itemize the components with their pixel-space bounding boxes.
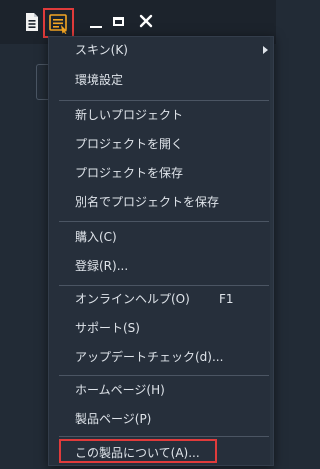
close-icon[interactable] [138,13,154,29]
menu-separator [59,100,269,101]
minimize-button[interactable] [90,26,102,28]
submenu-arrow-icon [263,46,268,54]
menu-item-label: 環境設定 [75,73,124,87]
menu-item-label: 登録(R)... [75,259,129,273]
menu-item-label: プロジェクトを保存 [75,166,184,180]
background-panel [0,44,48,469]
menu-separator [59,375,269,376]
menu-item-label: 新しいプロジェクト [75,108,184,122]
menu-item-label: サポート(S) [75,321,140,335]
menu-item-label: 購入(C) [75,230,117,244]
menu-item-purchase[interactable]: 購入(C) [49,224,273,250]
menu-item-new-project[interactable]: 新しいプロジェクト [49,102,273,128]
menu-item-label: アップデートチェック(d)... [75,350,224,364]
dropdown-menu: スキン(K) 環境設定 新しいプロジェクト プロジェクトを開く プロジェクトを保… [48,36,274,466]
about-highlight-frame [59,439,217,463]
menu-item-shortcut: F1 [219,292,234,306]
menu-item-support[interactable]: サポート(S) [49,315,273,341]
menu-item-save-project-as[interactable]: 別名でプロジェクトを保存 [49,189,273,215]
menu-separator [59,221,269,222]
menu-item-label: ホームページ(H) [75,383,165,397]
menu-item-label: 別名でプロジェクトを保存 [75,195,220,209]
menu-item-label: オンラインヘルプ(O) [75,292,190,306]
menu-item-open-project[interactable]: プロジェクトを開く [49,131,273,157]
menu-item-skin[interactable]: スキン(K) [49,37,273,63]
menu-item-homepage[interactable]: ホームページ(H) [49,377,273,403]
menu-item-product-page[interactable]: 製品ページ(P) [49,406,273,432]
menu-item-label: スキン(K) [75,43,128,57]
menu-item-label: プロジェクトを開く [75,137,184,151]
menu-item-online-help[interactable]: オンラインヘルプ(O) F1 [49,286,273,312]
menu-button[interactable] [43,8,74,38]
menu-icon [49,14,67,34]
menu-item-check-update[interactable]: アップデートチェック(d)... [49,344,273,370]
menu-item-label: 製品ページ(P) [75,412,152,426]
document-icon[interactable] [20,10,44,34]
menu-item-register[interactable]: 登録(R)... [49,253,273,279]
maximize-button[interactable] [113,17,124,26]
menu-item-save-project[interactable]: プロジェクトを保存 [49,160,273,186]
menu-separator [59,436,269,437]
menu-item-preferences[interactable]: 環境設定 [49,67,273,93]
